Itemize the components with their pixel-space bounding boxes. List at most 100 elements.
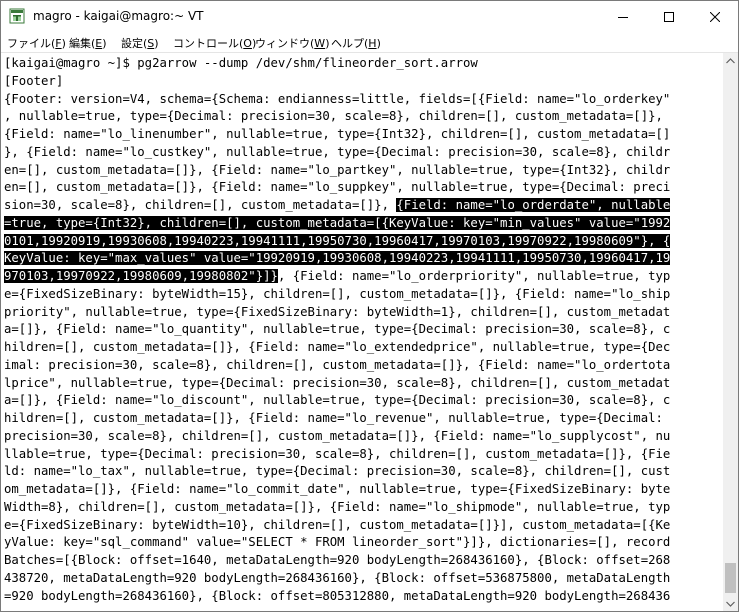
terminal-line: priority", nullable=true, type={FixedSiz… [4, 303, 670, 321]
terminal-window: magro - kaigai@magro:~ VT ファイル(F) 編集(E) … [0, 0, 739, 612]
title-bar[interactable]: magro - kaigai@magro:~ VT [1, 1, 738, 32]
menu-control-accel: O [243, 37, 252, 50]
minimize-icon [618, 16, 628, 18]
terminal-line: a=[]}, {Field: name="lo_discount", nulla… [4, 391, 670, 409]
terminal-line: hildren=[], custom_metadata=[]}, {Field:… [4, 409, 663, 427]
scroll-down-arrow-icon [726, 601, 735, 607]
terminal-app-icon[interactable] [9, 8, 25, 24]
terminal-line: {Footer: version=V4, schema={Schema: end… [4, 90, 670, 108]
menu-control-label: コントロール( [173, 37, 244, 50]
terminal-text: en=[], custom_metadata=[]}, {Field: name… [4, 180, 671, 195]
vertical-scrollbar[interactable] [723, 53, 738, 611]
close-button[interactable] [692, 1, 738, 32]
terminal-text: sion=30, scale=8}, children=[], custom_m… [4, 198, 397, 212]
menu-file-label: ファイル( [7, 37, 56, 50]
terminal-line: precision=30, scale=8}, children=[], cus… [4, 427, 670, 445]
terminal-text: lprice", nullable=true, type={Decimal: p… [4, 375, 671, 390]
menu-window-label: ウィンドウ( [255, 37, 315, 50]
scroll-down-button[interactable] [723, 596, 738, 611]
menu-edit[interactable]: 編集(E) [69, 35, 107, 51]
terminal-line: {Field: name="lo_linenumber", nullable=t… [4, 125, 670, 143]
terminal-line: [kaigai@magro ~]$ pg2arrow --dump /dev/s… [4, 54, 478, 72]
terminal-line: e={FixedSizeBinary: byteWidth=15}, child… [4, 285, 670, 303]
terminal-line: 970103,19970922,19980609,19980802"}]}, {… [4, 267, 670, 285]
selected-text: 0101,19920919,19930608,19940223,19941111… [4, 233, 671, 248]
terminal-text: priority", nullable=true, type={FixedSiz… [4, 304, 671, 319]
scrollbar-thumb[interactable] [725, 563, 736, 593]
terminal-line: =true, type={Int32}, children=[], custom… [4, 214, 671, 232]
terminal-line: e={FixedSizeBinary: byteWidth=10}, child… [4, 516, 670, 534]
terminal-line: en=[], custom_metadata=[]}, {Field: name… [4, 178, 670, 196]
terminal-line: imal: precision=30, scale=8}, children=[… [4, 356, 670, 374]
window-title: magro - kaigai@magro:~ VT [33, 9, 204, 23]
terminal-line: hildren=[], custom_metadata=[]}, {Field:… [4, 338, 670, 356]
terminal-text: e={FixedSizeBinary: byteWidth=10}, child… [4, 517, 671, 532]
menu-window[interactable]: ウィンドウ(W) [255, 35, 329, 51]
terminal-text: hildren=[], custom_metadata=[]}, {Field:… [4, 340, 671, 354]
terminal-text: yValue: key="sql_command" value="SELECT … [4, 535, 671, 550]
terminal-text: imal: precision=30, scale=8}, children=[… [4, 357, 671, 372]
terminal-text: Batches=[{Block: offset=1640, metaDataLe… [4, 553, 671, 567]
terminal-text: llable=true, type={Decimal: precision=30… [4, 446, 671, 461]
terminal-line: [Footer] [4, 72, 63, 90]
menu-bar: ファイル(F) 編集(E) 設定(S) コントロール(O) ウィンドウ(W) ヘ… [1, 32, 738, 52]
menu-window-accel: W [314, 37, 326, 50]
terminal-line: 438720, metaDataLength=920 bodyLength=26… [4, 569, 670, 587]
terminal-line: en=[], custom_metadata=[]}, {Field: name… [4, 161, 670, 179]
terminal-text: }, {Field: name="lo_custkey", nullable=t… [4, 144, 671, 159]
menu-file[interactable]: ファイル(F) [7, 35, 66, 51]
terminal-line: 0101,19920919,19930608,19940223,19941111… [4, 232, 671, 250]
close-icon [710, 11, 720, 22]
terminal-output[interactable]: [kaigai@magro ~]$ pg2arrow --dump /dev/s… [1, 53, 723, 611]
scroll-up-arrow-icon [726, 57, 735, 63]
terminal-line: yValue: key="sql_command" value="SELECT … [4, 533, 670, 551]
terminal-line: =920 bodyLength=268436160}, {Block: offs… [4, 587, 670, 605]
terminal-line: }, {Field: name="lo_custkey", nullable=t… [4, 143, 670, 161]
terminal-text: e={FixedSizeBinary: byteWidth=15}, child… [4, 286, 671, 301]
terminal-line: llable=true, type={Decimal: precision=30… [4, 445, 670, 463]
menu-settings-end: ) [154, 37, 159, 50]
terminal-text: , nullable=true, type={Decimal: precisio… [4, 109, 663, 124]
terminal-line: Width=8}, children=[], custom_metadata=[… [4, 498, 670, 516]
terminal-text: , {Field: name="lo_orderpriority", nulla… [277, 269, 671, 283]
scroll-up-button[interactable] [723, 53, 738, 68]
terminal-text: ld: name="lo_tax", nullable=true, type={… [4, 464, 671, 479]
menu-edit-label: 編集( [69, 37, 96, 50]
terminal-line: KeyValue: key="max_values" value="199209… [4, 249, 671, 267]
menu-edit-end: ) [102, 37, 107, 50]
terminal-line: a=[]}, {Field: name="lo_quantity", nulla… [4, 320, 670, 338]
terminal-line: om_metadata=[]}, {Field: name="lo_commit… [4, 480, 670, 498]
terminal-text: 438720, metaDataLength=920 bodyLength=26… [4, 570, 671, 585]
terminal-text: en=[], custom_metadata=[]}, {Field: name… [4, 162, 671, 177]
terminal-text: [Footer] [4, 73, 64, 88]
menu-help-end: ) [376, 37, 381, 50]
menu-help-accel: H [368, 37, 377, 50]
terminal-text: Width=8}, children=[], custom_metadata=[… [4, 499, 671, 514]
menu-help-label: ヘルプ( [331, 37, 369, 50]
terminal-text: {Footer: version=V4, schema={Schema: end… [4, 91, 671, 106]
menu-control[interactable]: コントロール(O) [173, 35, 256, 51]
terminal-text: [kaigai@magro ~]$ pg2arrow --dump /dev/s… [4, 56, 478, 70]
selected-text: =true, type={Int32}, children=[], custom… [4, 215, 671, 230]
maximize-icon [664, 11, 674, 22]
terminal-line: Batches=[{Block: offset=1640, metaDataLe… [4, 551, 670, 569]
menu-settings-label: 設定( [121, 37, 148, 50]
minimize-button[interactable] [600, 1, 646, 32]
terminal-line: lprice", nullable=true, type={Decimal: p… [4, 374, 670, 392]
selected-text: 970103,19970922,19980609,19980802"}]} [4, 269, 278, 283]
terminal-text: a=[]}, {Field: name="lo_quantity", nulla… [4, 322, 671, 337]
selected-text: {Field: name="lo_orderdate", nullable [396, 198, 671, 212]
terminal-text: {Field: name="lo_linenumber", nullable=t… [4, 127, 671, 141]
maximize-button[interactable] [646, 1, 692, 32]
menu-help[interactable]: ヘルプ(H) [331, 35, 381, 51]
menu-window-end: ) [325, 37, 330, 50]
terminal-text: =920 bodyLength=268436160}, {Block: offs… [4, 588, 671, 603]
terminal-text: hildren=[], custom_metadata=[]}, {Field:… [4, 411, 663, 425]
terminal-line: ld: name="lo_tax", nullable=true, type={… [4, 462, 670, 480]
terminal-text: a=[]}, {Field: name="lo_discount", nulla… [4, 393, 671, 408]
selected-text: KeyValue: key="max_values" value="199209… [4, 251, 671, 266]
menu-file-end: ) [61, 37, 66, 50]
menu-settings[interactable]: 設定(S) [121, 35, 159, 51]
terminal-text: precision=30, scale=8}, children=[], cus… [4, 428, 671, 443]
terminal-line: , nullable=true, type={Decimal: precisio… [4, 107, 663, 125]
